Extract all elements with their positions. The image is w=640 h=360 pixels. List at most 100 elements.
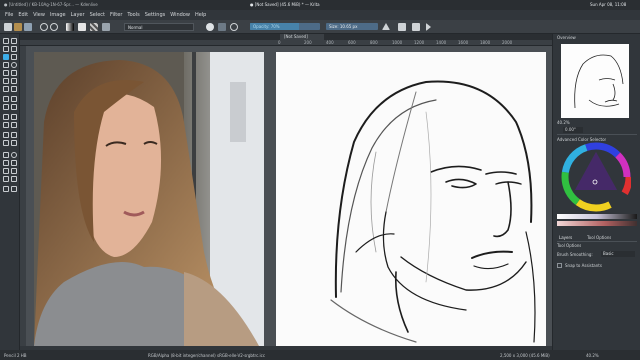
undo-icon[interactable] [40,23,48,31]
gradient-tool-icon[interactable] [3,114,9,120]
eraser-mode-icon[interactable] [206,23,214,31]
rect-select-icon[interactable] [3,152,9,158]
preserve-alpha-icon[interactable] [218,23,226,31]
multibrush-icon[interactable] [11,86,17,92]
polyline-tool-icon[interactable] [11,70,17,76]
toolbar: Normal Opacity: 70% Size: 10.65 px [0,20,640,34]
freehand-brush-icon[interactable] [3,54,9,60]
tool-options-tab[interactable]: Tool Options [587,235,611,240]
save-icon[interactable] [24,23,32,31]
contiguous-select-icon[interactable] [3,168,9,174]
redo-icon[interactable] [50,23,58,31]
ruler-tick: 400 [326,40,334,45]
menu-filter[interactable]: Filter [110,12,122,18]
toolbox [0,34,20,350]
status-bar: Pencil 2 HB RGB/Alpha (8-bit integer/cha… [0,350,640,360]
bezier-select-icon[interactable] [3,176,9,182]
menu-select[interactable]: Select [90,12,105,18]
new-document-icon[interactable] [4,23,12,31]
open-folder-icon[interactable] [14,23,22,31]
calligraphy-icon[interactable] [11,46,17,52]
colorize-mask-icon[interactable] [3,122,9,128]
window-title: ● [Not Saved] (45.6 MiB) * — Krita [250,2,320,7]
value-slider[interactable] [557,214,637,219]
layers-tab[interactable]: Layers [559,235,572,240]
mirror-vertical-icon[interactable] [412,23,420,31]
color-wheel[interactable] [561,142,631,212]
line-tool-icon[interactable] [11,54,17,60]
zoom-tool-icon[interactable] [3,186,9,192]
pan-tool-icon[interactable] [11,186,17,192]
pattern-icon[interactable] [90,23,98,31]
gradient-icon[interactable] [66,23,74,31]
ruler-tick: 2000 [502,40,513,45]
freehand-select-icon[interactable] [11,160,17,166]
saturation-slider[interactable] [557,221,637,226]
ruler-tick: 1000 [392,40,403,45]
reload-preset-icon[interactable] [230,23,238,31]
move-tool-icon[interactable] [11,96,17,102]
menu-image[interactable]: Image [50,12,66,18]
menu-file[interactable]: File [5,12,13,18]
menu-help[interactable]: Help [195,12,206,18]
ruler-tick: 1200 [414,40,425,45]
select-shapes-icon[interactable] [3,38,9,44]
menu-window[interactable]: Window [170,12,190,18]
brush-preset-name[interactable]: Pencil 2 HB [4,353,27,358]
reference-photo-image [34,52,264,346]
play-icon[interactable] [426,23,431,31]
rectangle-tool-icon[interactable] [3,62,9,68]
menu-tools[interactable]: Tools [127,12,139,18]
brush-smoothing-select[interactable]: Basic [601,251,635,257]
fill-tool-icon[interactable] [11,122,17,128]
rotation-field[interactable]: 0.00° [563,127,583,133]
polygon-select-icon[interactable] [3,160,9,166]
freehand-path-icon[interactable] [11,78,17,84]
foreground-color-swatch[interactable] [78,23,86,31]
reference-images-icon[interactable] [3,140,9,146]
reference-tool-icon[interactable] [11,140,17,146]
overview-zoom-value[interactable]: 40.2% [557,120,570,125]
overview-thumbnail[interactable] [561,44,629,118]
similar-select-icon[interactable] [11,168,17,174]
snap-checkbox[interactable] [557,263,562,268]
ruler-tick: 1400 [436,40,447,45]
zoom-level[interactable]: 40.2% [586,353,599,358]
system-clock: Sun Apr 08, 11:08 [590,2,627,7]
ellipse-select-icon[interactable] [11,152,17,158]
dynamic-brush-icon[interactable] [3,86,9,92]
magnetic-select-icon[interactable] [11,176,17,182]
transform-tool-icon[interactable] [3,104,9,110]
smart-patch-icon[interactable] [11,104,17,110]
size-slider[interactable]: Size: 10.65 px [326,23,378,30]
docker-panel: Overview 40.2% 0.00° Advanced Color Sele… [552,34,640,350]
canvas-area[interactable] [26,46,552,346]
drawing-canvas[interactable] [276,52,546,346]
menu-layer[interactable]: Layer [71,12,85,18]
ruler-tick: 0 [278,40,281,45]
ruler-tick: 1600 [458,40,469,45]
menu-settings[interactable]: Settings [145,12,166,18]
title-bar: ● [Untitled] / KB-10Ag-1N-67-Spr... — Kd… [0,0,640,10]
menu-view[interactable]: View [33,12,45,18]
polygon-tool-icon[interactable] [3,70,9,76]
ruler-tick: 600 [348,40,356,45]
blend-mode-select[interactable]: Normal [124,23,194,31]
edit-shapes-icon[interactable] [3,46,9,52]
color-picker-icon[interactable] [11,114,17,120]
opacity-slider-fill [250,23,299,30]
bezier-tool-icon[interactable] [3,78,9,84]
wrap-mode-icon[interactable] [398,23,406,31]
measure-tool-icon[interactable] [11,132,17,138]
assistant-tool-icon[interactable] [3,132,9,138]
menu-bar: File Edit View Image Layer Select Filter… [0,10,640,20]
brush-smoothing-label: Brush Smoothing: [557,252,593,257]
mirror-horizontal-icon[interactable] [382,23,390,30]
tool-options-title: Tool Options [557,243,582,248]
text-tool-icon[interactable] [11,38,17,44]
ruler-tick: 200 [304,40,312,45]
menu-edit[interactable]: Edit [18,12,28,18]
crop-tool-icon[interactable] [3,96,9,102]
ellipse-tool-icon[interactable] [11,62,17,68]
brush-preset-icon[interactable] [102,23,110,31]
